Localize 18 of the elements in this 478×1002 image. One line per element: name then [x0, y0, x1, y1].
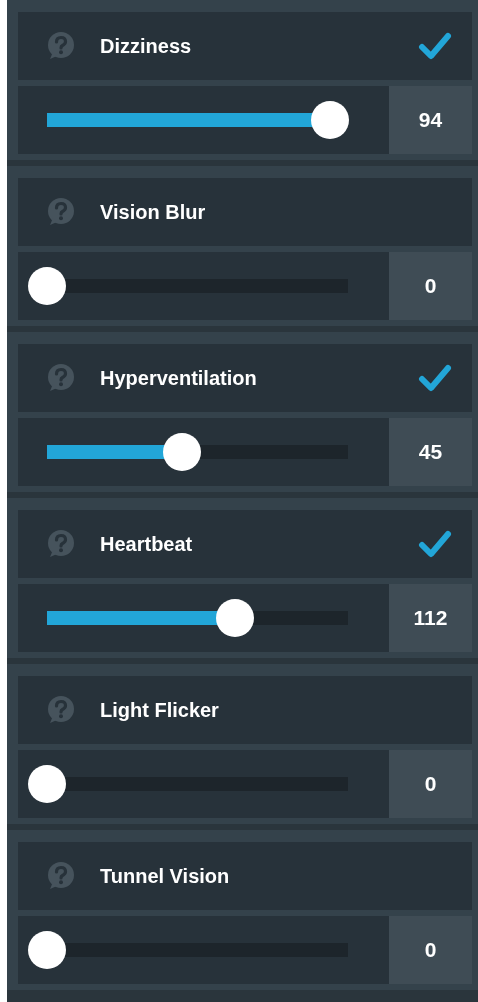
value-field[interactable]: 94 [389, 86, 472, 154]
slider-thumb[interactable] [28, 931, 66, 969]
symptom-name: Vision Blur [100, 200, 207, 224]
slider-thumb[interactable] [163, 433, 202, 471]
value-field[interactable]: 0 [389, 252, 472, 320]
value-field[interactable]: 45 [389, 418, 472, 486]
symptom-name: Tunnel Vision [100, 864, 231, 888]
slider-thumb[interactable] [28, 765, 66, 803]
slider-thumb[interactable] [216, 599, 255, 637]
value-field[interactable]: 112 [389, 584, 472, 652]
value-field[interactable]: 0 [389, 916, 472, 984]
slider-thumb[interactable] [28, 267, 66, 305]
symptom-name: Heartbeat [100, 532, 194, 556]
symptom-name: Dizziness [100, 34, 193, 58]
symptom-name: Light Flicker [100, 698, 220, 722]
slider-thumb[interactable] [310, 101, 349, 139]
symptom-name: Hyperventilation [100, 366, 258, 390]
value-field[interactable]: 0 [389, 750, 472, 818]
